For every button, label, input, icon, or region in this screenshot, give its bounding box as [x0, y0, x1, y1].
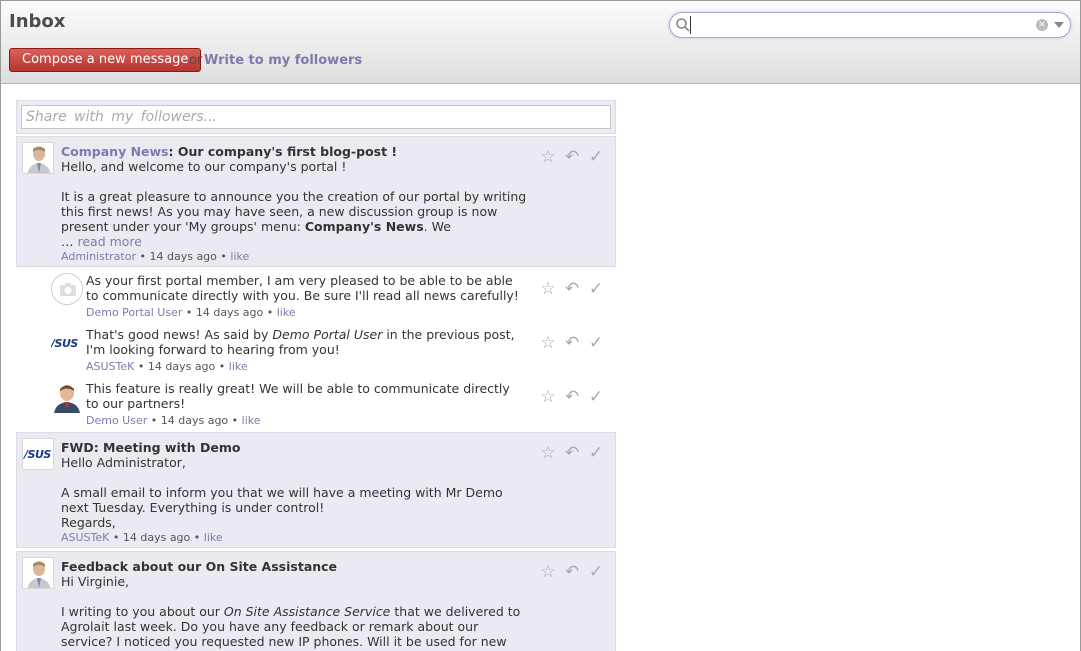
- message-subject: FWD: Meeting with Demo: [61, 440, 241, 455]
- message-actions: ☆ ↶ ✓: [539, 444, 605, 462]
- star-icon[interactable]: ☆: [539, 148, 557, 166]
- reply-demo-portal-user: As your first portal member, I am very p…: [51, 270, 616, 322]
- reply-text-a: That's good news! As said by: [86, 327, 273, 342]
- message-greeting: Hello Administrator,: [61, 455, 186, 470]
- asus-logo-text: /SUS: [24, 448, 51, 461]
- message-greeting: Hi Virginie,: [61, 574, 129, 589]
- message-actions: ☆ ↶ ✓: [539, 334, 605, 352]
- message-meta: Demo Portal User • 14 days ago • like: [86, 306, 296, 319]
- message-meta: ASUSTeK • 14 days ago • like: [61, 531, 223, 544]
- reply-icon[interactable]: ↶: [563, 280, 581, 298]
- reply-demo-user: This feature is really great! We will be…: [51, 378, 616, 430]
- ellipsis: …: [61, 234, 74, 249]
- page-title: Inbox: [9, 11, 66, 32]
- message-date: 14 days ago: [147, 360, 216, 373]
- camera-icon: [52, 274, 82, 304]
- message-text: A small email to inform you that we will…: [61, 485, 503, 515]
- message-actions: ☆ ↶ ✓: [539, 563, 605, 581]
- message-body: FWD: Meeting with Demo Hello Administrat…: [61, 440, 531, 530]
- check-icon[interactable]: ✓: [587, 444, 605, 462]
- message-regards: Regards,: [61, 515, 116, 530]
- thread-company-news: Company News: Our company's first blog-p…: [16, 136, 616, 267]
- like-link[interactable]: like: [230, 250, 249, 263]
- thread-meeting: /SUS FWD: Meeting with Demo Hello Admini…: [16, 432, 616, 548]
- search-icon: [676, 18, 690, 32]
- like-link[interactable]: like: [242, 414, 261, 427]
- person-icon: [23, 558, 53, 588]
- asus-logo-text: /SUS: [51, 337, 78, 350]
- reply-text-italic: Demo Portal User: [272, 327, 383, 342]
- share-input[interactable]: Share with my followers...: [21, 105, 611, 129]
- reply-text: As your first portal member, I am very p…: [86, 273, 519, 303]
- message-meta: Demo User • 14 days ago • like: [86, 414, 261, 427]
- dropdown-arrow-icon[interactable]: [1054, 22, 1064, 28]
- clear-icon[interactable]: ×: [1036, 19, 1048, 31]
- message-body: Company News: Our company's first blog-p…: [61, 144, 531, 249]
- search-box[interactable]: ×: [669, 12, 1071, 38]
- avatar: [51, 273, 83, 305]
- check-icon[interactable]: ✓: [587, 280, 605, 298]
- like-link[interactable]: like: [204, 531, 223, 544]
- reply-icon[interactable]: ↶: [563, 563, 581, 581]
- star-icon[interactable]: ☆: [539, 444, 557, 462]
- check-icon[interactable]: ✓: [587, 563, 605, 581]
- check-icon[interactable]: ✓: [587, 148, 605, 166]
- share-box: Share with my followers...: [16, 100, 616, 134]
- author-link[interactable]: Demo Portal User: [86, 306, 182, 319]
- message-date: 14 days ago: [160, 414, 229, 427]
- group-link[interactable]: Company News: [61, 144, 169, 159]
- write-followers-link[interactable]: Write to my followers: [204, 53, 362, 68]
- author-link[interactable]: Demo User: [86, 414, 147, 427]
- author-link[interactable]: ASUSTeK: [61, 531, 109, 544]
- thread-feedback: Feedback about our On Site Assistance Hi…: [16, 551, 616, 651]
- message-greeting: Hello, and welcome to our company's port…: [61, 159, 347, 174]
- reply-text: That's good news! As said by Demo Portal…: [86, 327, 526, 357]
- message-date: 14 days ago: [195, 306, 264, 319]
- message-actions: ☆ ↶ ✓: [539, 280, 605, 298]
- message-text: It is a great pleasure to announce you t…: [61, 189, 527, 234]
- avatar: [22, 557, 54, 589]
- message-actions: ☆ ↶ ✓: [539, 388, 605, 406]
- reply-icon[interactable]: ↶: [563, 388, 581, 406]
- message-text: I writing to you about our: [61, 604, 224, 619]
- message-subject: : Our company's first blog-post !: [168, 144, 398, 159]
- reply-icon[interactable]: ↶: [563, 444, 581, 462]
- message-actions: ☆ ↶ ✓: [539, 148, 605, 166]
- star-icon[interactable]: ☆: [539, 563, 557, 581]
- person-icon: [23, 143, 53, 173]
- message-text-end: . We: [423, 219, 451, 234]
- check-icon[interactable]: ✓: [587, 334, 605, 352]
- like-link[interactable]: like: [229, 360, 248, 373]
- search-input[interactable]: [690, 16, 1030, 34]
- author-link[interactable]: Administrator: [61, 250, 136, 263]
- author-link[interactable]: ASUSTeK: [86, 360, 134, 373]
- message-meta: ASUSTeK • 14 days ago • like: [86, 360, 248, 373]
- message-italic-text: On Site Assistance Service: [223, 604, 391, 619]
- compose-button[interactable]: Compose a new message: [9, 48, 202, 72]
- message-date: 14 days ago: [149, 250, 217, 263]
- message-date: 14 days ago: [122, 531, 191, 544]
- page-header: Inbox Compose a new message or Write to …: [1, 0, 1080, 84]
- reply-text: This feature is really great! We will be…: [86, 381, 510, 411]
- asus-logo: /SUS: [22, 438, 54, 470]
- like-link[interactable]: like: [277, 306, 296, 319]
- person-icon: [54, 385, 80, 413]
- read-more-link[interactable]: read more: [77, 234, 142, 249]
- message-body: Feedback about our On Site Assistance Hi…: [61, 559, 531, 651]
- avatar: [22, 142, 54, 174]
- reply-asustek: /SUS That's good news! As said by Demo P…: [51, 324, 616, 376]
- or-label: or: [189, 53, 203, 68]
- message-meta: Administrator • 14 days ago • like: [61, 250, 250, 263]
- star-icon[interactable]: ☆: [539, 280, 557, 298]
- message-bold-text: Company's News: [304, 219, 424, 234]
- reply-icon[interactable]: ↶: [563, 148, 581, 166]
- reply-icon[interactable]: ↶: [563, 334, 581, 352]
- star-icon[interactable]: ☆: [539, 334, 557, 352]
- check-icon[interactable]: ✓: [587, 388, 605, 406]
- star-icon[interactable]: ☆: [539, 388, 557, 406]
- message-subject: Feedback about our On Site Assistance: [61, 559, 338, 574]
- avatar: [51, 381, 83, 413]
- asus-logo: /SUS: [51, 328, 83, 360]
